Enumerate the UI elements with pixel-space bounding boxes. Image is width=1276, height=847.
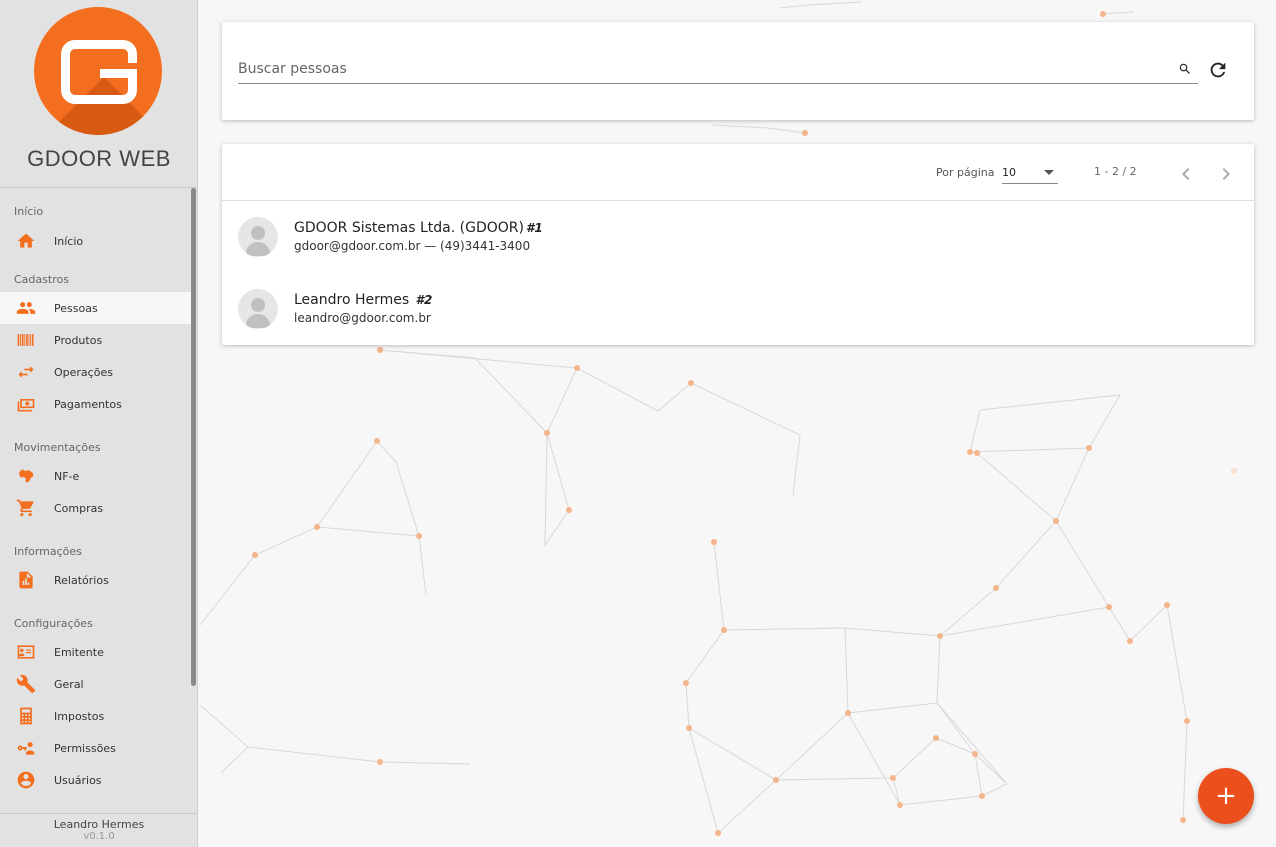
sidebar-item-label: Impostos (54, 709, 105, 723)
section-title-informacoes: Informações (14, 545, 82, 558)
sidebar-item-pagamentos[interactable]: Pagamentos (0, 388, 191, 420)
per-page-label: Por página (936, 166, 995, 179)
sidebar-item-label: Compras (54, 501, 104, 515)
key-person-icon (14, 738, 38, 758)
search-icon[interactable] (1178, 62, 1192, 76)
sidebar-item-label: Relatórios (54, 573, 109, 587)
sidebar-item-label: Pagamentos (54, 397, 122, 411)
people-list-card: Por página 10 1 - 2 / 2 GDOOR Sistemas L… (222, 144, 1254, 345)
sidebar-item-relatorios[interactable]: Relatórios (0, 564, 191, 596)
section-title-movimentacoes: Movimentações (14, 441, 101, 454)
prev-page-icon[interactable] (1174, 162, 1198, 186)
person-name-line: GDOOR Sistemas Ltda. (GDOOR) #1 (294, 220, 543, 236)
list-item[interactable]: GDOOR Sistemas Ltda. (GDOOR) #1 gdoor@gdo… (222, 201, 1254, 273)
per-page-select[interactable]: 10 (1002, 162, 1058, 184)
wrench-icon (14, 674, 38, 694)
home-icon (14, 231, 38, 251)
list-item[interactable]: Leandro Hermes #2 leandro@gdoor.com.br (222, 273, 1254, 345)
sidebar-item-permissoes[interactable]: Permissões (0, 732, 191, 764)
person-name-line: Leandro Hermes #2 (294, 292, 432, 308)
person-code: #2 (415, 293, 433, 307)
brazil-map-icon (14, 466, 38, 486)
app-name: GDOOR WEB (27, 146, 171, 171)
search-field (238, 56, 1198, 84)
app-version: v0.1.0 (83, 831, 115, 842)
sidebar-item-label: NF-e (54, 469, 80, 483)
section-title-cadastros: Cadastros (14, 273, 69, 286)
search-input[interactable] (238, 56, 1168, 82)
person-code: #1 (525, 221, 543, 235)
sidebar-item-label: Início (54, 234, 84, 248)
person-name: Leandro Hermes (294, 292, 410, 308)
sidebar-item-label: Pessoas (54, 301, 98, 315)
report-icon (14, 570, 38, 590)
add-person-button[interactable]: + (1198, 768, 1254, 824)
person-contact: leandro@gdoor.com.br (294, 311, 431, 325)
sidebar-item-compras[interactable]: Compras (0, 492, 191, 524)
sidebar-item-label: Geral (54, 677, 84, 691)
sidebar: GDOOR WEB Início Início Cadastros Pessoa… (0, 0, 198, 847)
person-name: GDOOR Sistemas Ltda. (GDOOR) (294, 220, 524, 236)
background-network (199, 1, 1237, 836)
sidebar-header: GDOOR WEB (0, 0, 197, 188)
sidebar-footer: Leandro Hermes v0.1.0 (0, 813, 198, 847)
sidebar-item-geral[interactable]: Geral (0, 668, 191, 700)
cart-icon (14, 498, 38, 518)
account-icon (14, 770, 38, 790)
page-range: 1 - 2 / 2 (1094, 165, 1137, 178)
gdoor-logo (34, 7, 162, 135)
id-card-icon (14, 642, 38, 662)
sidebar-item-inicio[interactable]: Início (0, 225, 191, 257)
search-card (222, 22, 1254, 120)
sidebar-item-emitente[interactable]: Emitente (0, 636, 191, 668)
calculator-icon (14, 706, 38, 726)
swap-icon (14, 362, 38, 382)
pagination-bar: Por página 10 1 - 2 / 2 (222, 144, 1254, 201)
sidebar-item-label: Emitente (54, 645, 104, 659)
sidebar-item-nfe[interactable]: NF-e (0, 460, 191, 492)
barcode-icon (14, 330, 38, 350)
sidebar-item-produtos[interactable]: Produtos (0, 324, 191, 356)
avatar (238, 289, 278, 329)
people-icon (14, 298, 38, 318)
sidebar-item-label: Produtos (54, 333, 103, 347)
sidebar-item-pessoas[interactable]: Pessoas (0, 292, 191, 324)
sidebar-item-operacoes[interactable]: Operações (0, 356, 191, 388)
sidebar-item-label: Operações (54, 365, 113, 379)
next-page-icon[interactable] (1214, 162, 1238, 186)
refresh-icon[interactable] (1207, 59, 1229, 81)
sidebar-scrollbar[interactable] (191, 188, 196, 686)
sidebar-item-label: Usuários (54, 773, 102, 787)
per-page-value: 10 (1002, 166, 1016, 179)
section-title-configuracoes: Configurações (14, 617, 93, 630)
section-title-inicio: Início (14, 205, 44, 218)
sidebar-item-impostos[interactable]: Impostos (0, 700, 191, 732)
money-icon (14, 394, 38, 414)
avatar (238, 217, 278, 257)
sidebar-item-usuarios[interactable]: Usuários (0, 764, 191, 796)
person-contact: gdoor@gdoor.com.br — (49)3441-3400 (294, 239, 531, 253)
plus-icon: + (1215, 781, 1237, 811)
sidebar-item-label: Permissões (54, 741, 116, 755)
current-user-name: Leandro Hermes (53, 818, 145, 831)
chevron-down-icon (1044, 170, 1054, 175)
